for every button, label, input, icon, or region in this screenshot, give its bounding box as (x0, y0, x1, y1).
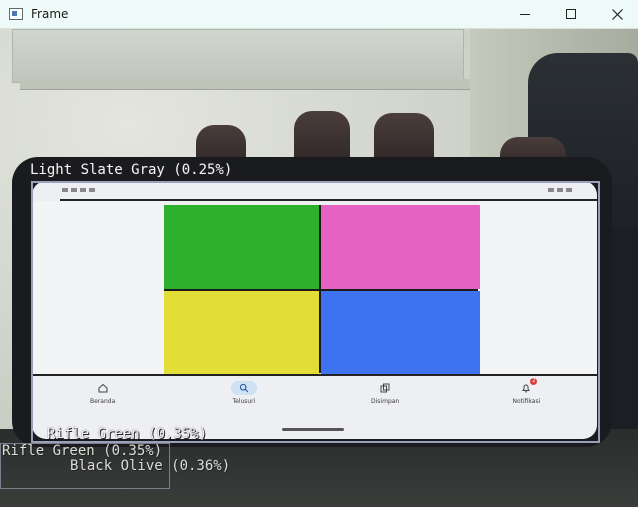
close-icon (611, 8, 623, 20)
detection-label: Rifle Green (0.35%) (47, 426, 208, 442)
maximize-icon (566, 9, 576, 19)
detection-label: Light Slate Gray (0.25%) (30, 162, 233, 178)
close-button[interactable] (594, 0, 638, 28)
background-blind-bar (20, 79, 470, 90)
maximize-button[interactable] (548, 0, 594, 28)
app-window-icon (9, 8, 23, 20)
background-window-blind (12, 29, 464, 83)
minimize-icon (520, 13, 530, 15)
detection-label: Rifle Green (0.35%) (2, 443, 163, 459)
detection-box-light-slate-gray (31, 181, 600, 443)
minimize-button[interactable] (502, 0, 548, 28)
window-titlebar: Frame (0, 0, 638, 29)
window-title: Frame (31, 7, 69, 21)
detection-label: Black Olive (0.36%) (70, 458, 231, 474)
camera-frame: Beranda Telusuri Disimpan 2 Notifikasi L… (0, 29, 638, 507)
